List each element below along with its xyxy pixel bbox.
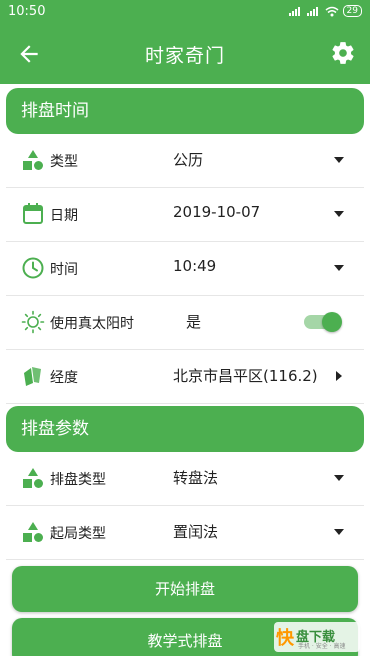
watermark-brand: 快 bbox=[276, 628, 294, 649]
dropdown-arrow-icon bbox=[334, 475, 344, 481]
value-start-type: 置闰法 bbox=[173, 523, 219, 541]
row-calendar-type[interactable]: 类型 公历 bbox=[6, 134, 364, 188]
value-calendar-type: 公历 bbox=[173, 151, 204, 169]
wifi-icon bbox=[325, 6, 339, 16]
label-true-solar-time: 使用真太阳时 bbox=[50, 316, 134, 332]
calendar-icon bbox=[23, 203, 43, 224]
label-calendar-type: 类型 bbox=[50, 154, 78, 170]
gear-icon[interactable] bbox=[330, 40, 356, 66]
value-date: 2019-10-07 bbox=[173, 203, 261, 221]
row-longitude[interactable]: 经度 北京市昌平区(116.2) bbox=[6, 350, 364, 404]
label-date: 日期 bbox=[50, 208, 78, 224]
row-date[interactable]: 日期 2019-10-07 bbox=[6, 188, 364, 242]
shapes-icon bbox=[23, 522, 43, 542]
label-chart-type: 排盘类型 bbox=[50, 472, 106, 488]
value-time: 10:49 bbox=[173, 257, 217, 275]
page-title: 时家奇门 bbox=[144, 45, 225, 67]
sun-icon bbox=[21, 310, 45, 334]
app-bar: 时家奇门 bbox=[0, 24, 370, 84]
true-solar-time-toggle[interactable] bbox=[304, 312, 342, 332]
clock-icon bbox=[22, 257, 44, 279]
watermark-subtext: 手机 · 安全 · 高速 bbox=[298, 643, 346, 650]
section-header-params: 排盘参数 bbox=[6, 406, 364, 452]
chevron-right-icon bbox=[336, 371, 342, 381]
label-time: 时间 bbox=[50, 262, 78, 278]
signal-icon-2 bbox=[306, 7, 318, 16]
label-longitude: 经度 bbox=[50, 370, 78, 386]
row-true-solar-time: 使用真太阳时 是 bbox=[6, 296, 364, 350]
dropdown-arrow-icon bbox=[334, 211, 344, 217]
section-header-time: 排盘时间 bbox=[6, 88, 364, 134]
status-time: 10:50 bbox=[8, 4, 46, 19]
start-chart-button[interactable]: 开始排盘 bbox=[12, 566, 358, 612]
status-bar: 10:50 29 bbox=[0, 0, 370, 24]
value-true-solar-time: 是 bbox=[186, 313, 202, 331]
form-content: 排盘时间 类型 公历 日期 2019-10-07 时间 10:49 使用真太阳时… bbox=[6, 84, 364, 656]
dropdown-arrow-icon bbox=[334, 157, 344, 163]
battery-indicator: 29 bbox=[342, 5, 362, 17]
shapes-icon bbox=[23, 150, 43, 170]
location-tag-icon bbox=[24, 367, 41, 386]
signal-icon bbox=[288, 7, 300, 16]
dropdown-arrow-icon bbox=[334, 529, 344, 535]
label-start-type: 起局类型 bbox=[50, 526, 106, 542]
toggle-thumb bbox=[322, 312, 342, 332]
value-longitude: 北京市昌平区(116.2) bbox=[173, 367, 318, 385]
row-chart-type[interactable]: 排盘类型 转盘法 bbox=[6, 452, 364, 506]
shapes-icon bbox=[23, 468, 43, 488]
row-start-type[interactable]: 起局类型 置闰法 bbox=[6, 506, 364, 560]
dropdown-arrow-icon bbox=[334, 265, 344, 271]
watermark-logo: 快 盘下载 手机 · 安全 · 高速 bbox=[274, 622, 360, 652]
row-time[interactable]: 时间 10:49 bbox=[6, 242, 364, 296]
status-icons: 29 bbox=[288, 5, 362, 17]
value-chart-type: 转盘法 bbox=[173, 469, 219, 487]
